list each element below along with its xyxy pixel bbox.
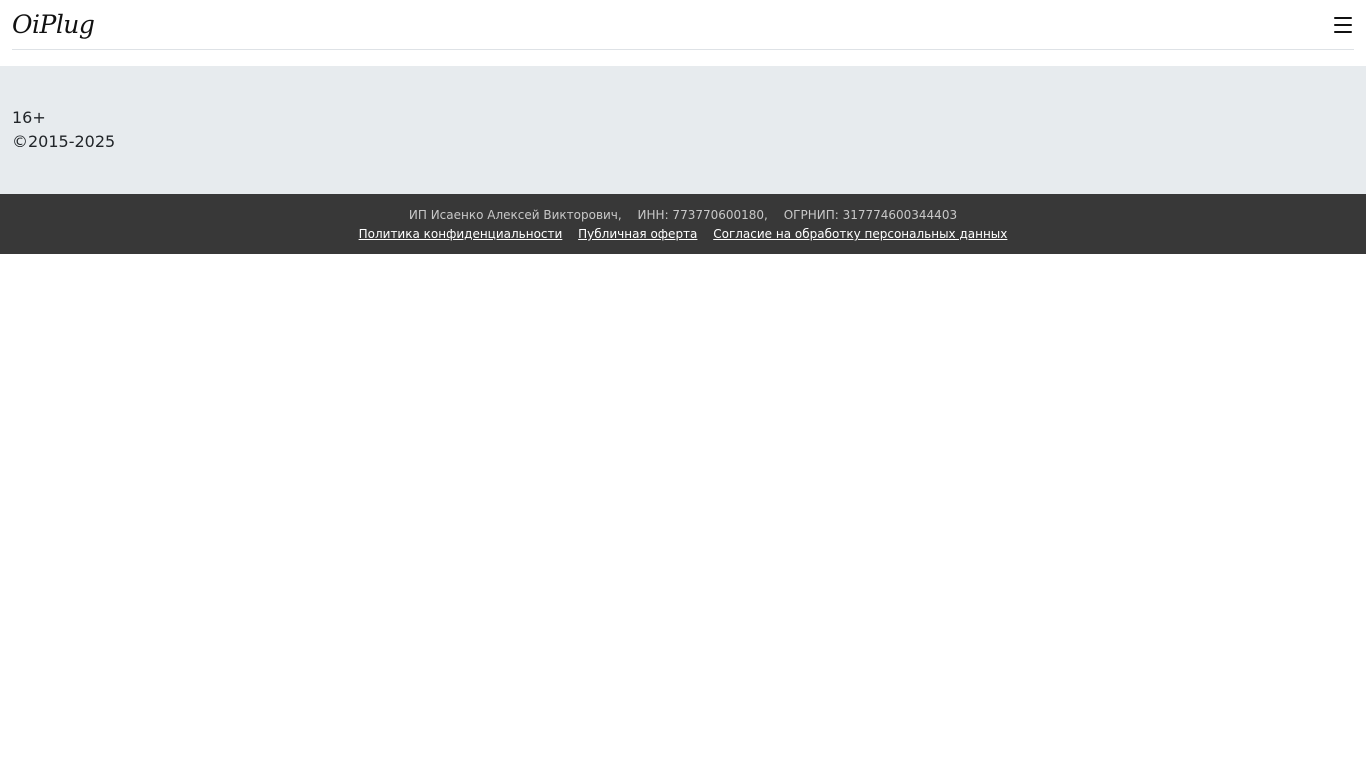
privacy-policy-link[interactable]: Политика конфиденциальности: [359, 227, 563, 241]
ogrnip-number: ОГРНИП: 317774600344403: [783, 208, 958, 222]
copyright: ©2015-2025: [12, 132, 116, 151]
legal-details: ИП Исаенко Алексей Викторович, ИНН: 7737…: [0, 194, 1366, 223]
site-logo[interactable]: OiPlug: [12, 8, 95, 42]
menu-line: [1334, 17, 1352, 19]
legal-footer: ИП Исаенко Алексей Викторович, ИНН: 7737…: [0, 194, 1366, 254]
hamburger-menu-icon[interactable]: [1332, 14, 1354, 36]
public-offer-link[interactable]: Публичная оферта: [578, 227, 697, 241]
info-band: 16+ ©2015-2025: [0, 66, 1366, 194]
menu-line: [1334, 24, 1352, 26]
inn-number: ИНН: 773770600180,: [637, 208, 768, 222]
age-rating: 16+: [12, 108, 46, 127]
owner-name: ИП Исаенко Алексей Викторович,: [408, 208, 622, 222]
site-header: OiPlug: [0, 0, 1366, 66]
legal-links: Политика конфиденциальности Публичная оф…: [0, 225, 1366, 243]
menu-line: [1334, 31, 1352, 33]
personal-data-consent-link[interactable]: Согласие на обработку персональных данны…: [713, 227, 1007, 241]
header-bar: OiPlug: [12, 0, 1354, 50]
